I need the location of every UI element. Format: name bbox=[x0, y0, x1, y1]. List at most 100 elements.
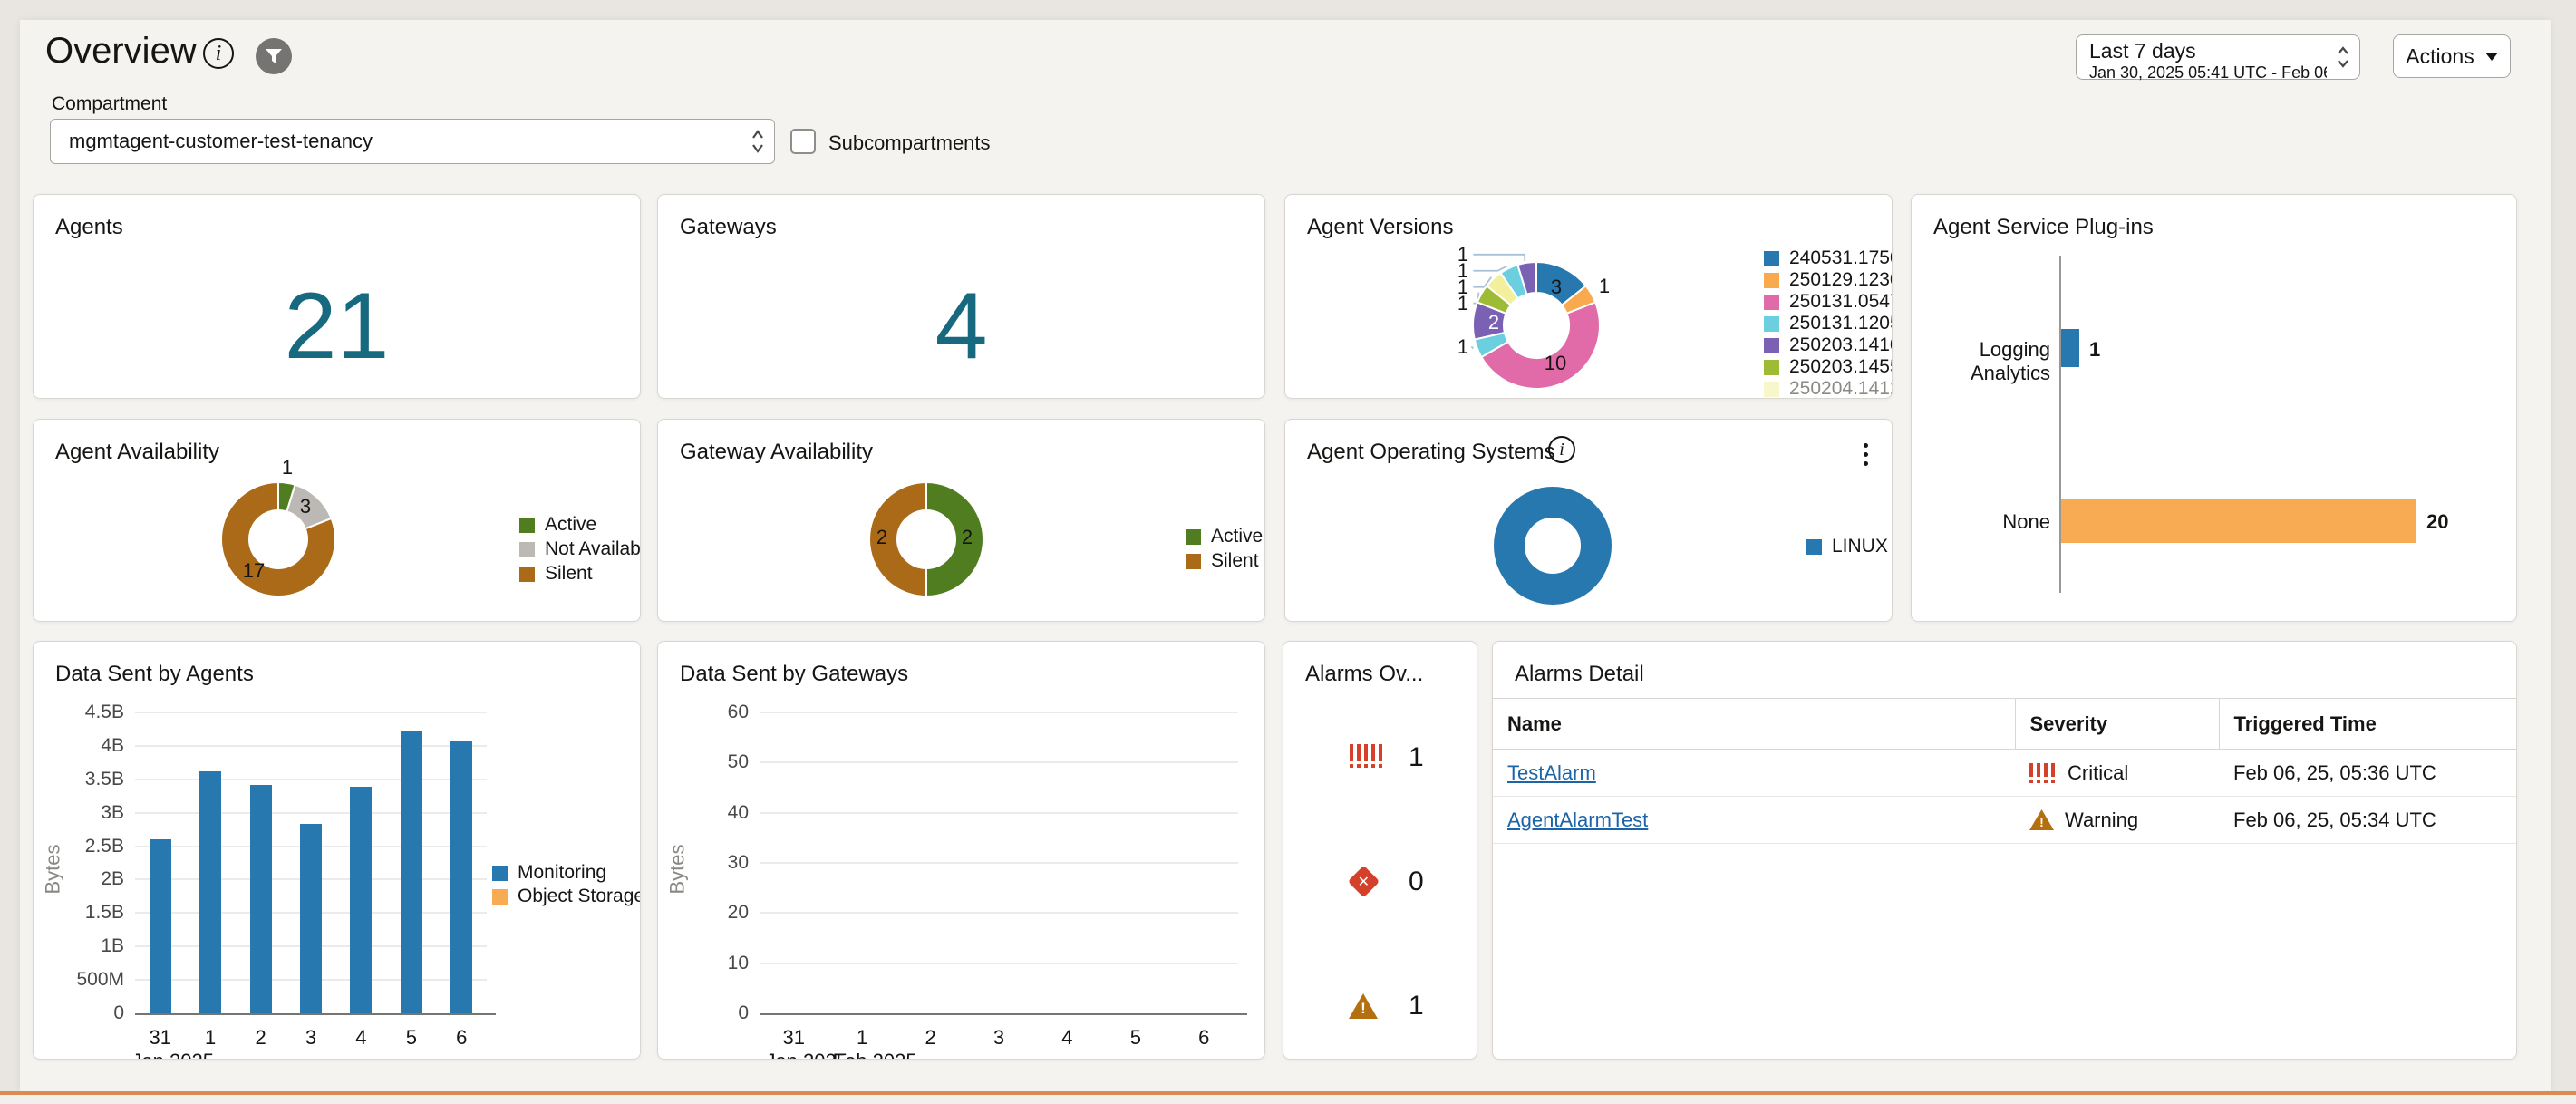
legend-item[interactable]: Active bbox=[519, 514, 596, 536]
bar[interactable] bbox=[300, 824, 322, 1013]
legend-item[interactable]: 250204.1412 bbox=[1764, 378, 1893, 399]
y-tick-label: 10 bbox=[676, 953, 749, 974]
legend-item[interactable]: LINUX bbox=[1806, 536, 1888, 557]
legend-item[interactable]: Silent bbox=[1186, 550, 1259, 572]
agent-versions-card-title: Agent Versions bbox=[1307, 215, 1453, 240]
info-icon[interactable]: i bbox=[1548, 436, 1575, 463]
compartment-select[interactable]: mgmtagent-customer-test-tenancy bbox=[50, 119, 775, 164]
donut-slice[interactable] bbox=[926, 482, 983, 596]
legend-item[interactable]: Object Storage bbox=[492, 886, 641, 907]
legend-swatch bbox=[1806, 539, 1822, 555]
y-axis-label: Bytes bbox=[666, 844, 690, 894]
time-range-label: Last 7 days bbox=[2089, 39, 2327, 63]
legend-item[interactable]: 250129.1230 bbox=[1764, 269, 1893, 291]
gridline bbox=[760, 912, 1238, 914]
alarms-table: Name Severity Triggered Time TestAlarm C… bbox=[1493, 698, 2516, 844]
alarm-link[interactable]: TestAlarm bbox=[1507, 761, 1596, 784]
slice-value: 3 bbox=[300, 495, 311, 518]
legend-item[interactable]: 250131.1205 bbox=[1764, 313, 1893, 334]
critical-icon bbox=[2029, 763, 2057, 783]
filter-icon[interactable] bbox=[256, 38, 292, 74]
compartment-label: Compartment bbox=[52, 93, 167, 115]
time-range-selector[interactable]: Last 7 days Jan 30, 2025 05:41 UTC - Feb… bbox=[2076, 34, 2360, 80]
kebab-menu-icon[interactable] bbox=[1864, 443, 1869, 470]
slice-value: 2 bbox=[962, 526, 973, 549]
plugin-bar-value: 1 bbox=[2089, 338, 2100, 362]
x-tick-label: 5 bbox=[1130, 1026, 1141, 1050]
agents-card: Agents 21 bbox=[33, 194, 641, 399]
alarms-overview-card-title: Alarms Ov... bbox=[1305, 662, 1423, 687]
plugin-bar[interactable] bbox=[2061, 499, 2416, 543]
bar[interactable] bbox=[199, 771, 221, 1013]
legend-item[interactable]: Active bbox=[1186, 526, 1263, 547]
legend-swatch bbox=[519, 518, 535, 533]
time-range-dates: Jan 30, 2025 05:41 UTC - Feb 06, 2025 05… bbox=[2089, 63, 2327, 82]
legend-swatch bbox=[519, 567, 535, 582]
column-header-severity[interactable]: Severity bbox=[2015, 699, 2219, 750]
x-tick-label: 6 bbox=[456, 1026, 467, 1050]
agent-operating-systems-donut bbox=[1492, 485, 1613, 611]
agents-card-title: Agents bbox=[55, 215, 123, 240]
alarms-overview-card: Alarms Ov... 1 ✕ 0 ! 1 bbox=[1283, 641, 1477, 1060]
slice-value: 10 bbox=[1545, 352, 1566, 375]
legend-item[interactable]: 250203.1455 bbox=[1764, 356, 1893, 378]
legend-item[interactable]: 250131.0547 bbox=[1764, 291, 1893, 313]
critical-icon[interactable] bbox=[1350, 744, 1382, 768]
bar[interactable] bbox=[401, 731, 422, 1013]
agents-count: 21 bbox=[34, 275, 640, 378]
table-row: TestAlarm Critical Feb 06, 25, 05:36 UTC bbox=[1493, 750, 2516, 797]
bar[interactable] bbox=[450, 741, 472, 1013]
column-header-triggered-time[interactable]: Triggered Time bbox=[2219, 699, 2516, 750]
compartment-value: mgmtagent-customer-test-tenancy bbox=[69, 130, 373, 153]
legend-swatch bbox=[1764, 316, 1779, 332]
y-tick-label: 4B bbox=[52, 735, 124, 757]
legend-swatch bbox=[1186, 529, 1201, 545]
x-tick-label: 31 bbox=[782, 1026, 804, 1050]
subcompartments-checkbox[interactable] bbox=[790, 129, 816, 154]
actions-button[interactable]: Actions bbox=[2393, 34, 2511, 78]
x-context-label: Jan 2025 bbox=[131, 1050, 214, 1060]
gridline bbox=[135, 745, 487, 747]
legend-item[interactable]: Silent bbox=[519, 563, 593, 585]
legend-swatch bbox=[1764, 338, 1779, 353]
subcompartments-label: Subcompartments bbox=[828, 131, 991, 155]
warning-count: 1 bbox=[1409, 991, 1424, 1022]
warning-icon: ! bbox=[2029, 809, 2054, 830]
critical-count: 1 bbox=[1409, 742, 1424, 773]
donut-slice[interactable] bbox=[1509, 502, 1596, 589]
x-axis-line bbox=[135, 1013, 496, 1015]
legend-item[interactable]: 250203.1410 bbox=[1764, 334, 1893, 356]
x-tick-label: 3 bbox=[305, 1026, 316, 1050]
y-axis-label: Bytes bbox=[42, 844, 65, 894]
spinner-chevrons-icon[interactable] bbox=[2336, 44, 2350, 71]
bar[interactable] bbox=[350, 787, 372, 1013]
warning-icon[interactable]: ! bbox=[1349, 993, 1378, 1019]
y-tick-label: 0 bbox=[52, 1002, 124, 1024]
slice-value: 1 bbox=[1599, 275, 1610, 298]
legend-item[interactable]: Monitoring bbox=[492, 862, 606, 884]
legend-item[interactable]: 240531.1750 bbox=[1764, 247, 1893, 269]
agent-service-plugins-card-title: Agent Service Plug-ins bbox=[1933, 215, 2154, 240]
x-tick-label: 2 bbox=[255, 1026, 266, 1050]
y-tick-label: 1B bbox=[52, 935, 124, 957]
y-tick-label: 40 bbox=[676, 802, 749, 824]
x-tick-label: 5 bbox=[406, 1026, 417, 1050]
table-header-row: Name Severity Triggered Time bbox=[1493, 699, 2516, 750]
gateway-availability-card: Gateway Availability 2 2 Active Silent bbox=[657, 419, 1265, 622]
column-header-name[interactable]: Name bbox=[1493, 699, 2015, 750]
plugin-bar[interactable] bbox=[2061, 329, 2079, 367]
bar[interactable] bbox=[250, 785, 272, 1013]
alarm-link[interactable]: AgentAlarmTest bbox=[1507, 809, 1648, 831]
page-title: Overview bbox=[45, 31, 197, 72]
agent-availability-donut bbox=[219, 480, 337, 603]
bar[interactable] bbox=[150, 839, 171, 1013]
slice-value: 2 bbox=[876, 526, 887, 549]
legend-swatch bbox=[1764, 295, 1779, 310]
triggered-time: Feb 06, 25, 05:36 UTC bbox=[2219, 750, 2516, 797]
plugin-bar-value: 20 bbox=[2426, 510, 2448, 534]
info-icon[interactable]: i bbox=[203, 38, 234, 69]
error-icon[interactable]: ✕ bbox=[1348, 866, 1380, 897]
legend-item[interactable]: Not Available bbox=[519, 538, 641, 560]
triggered-time: Feb 06, 25, 05:34 UTC bbox=[2219, 797, 2516, 844]
agent-operating-systems-card-title: Agent Operating Systems bbox=[1307, 440, 1554, 465]
